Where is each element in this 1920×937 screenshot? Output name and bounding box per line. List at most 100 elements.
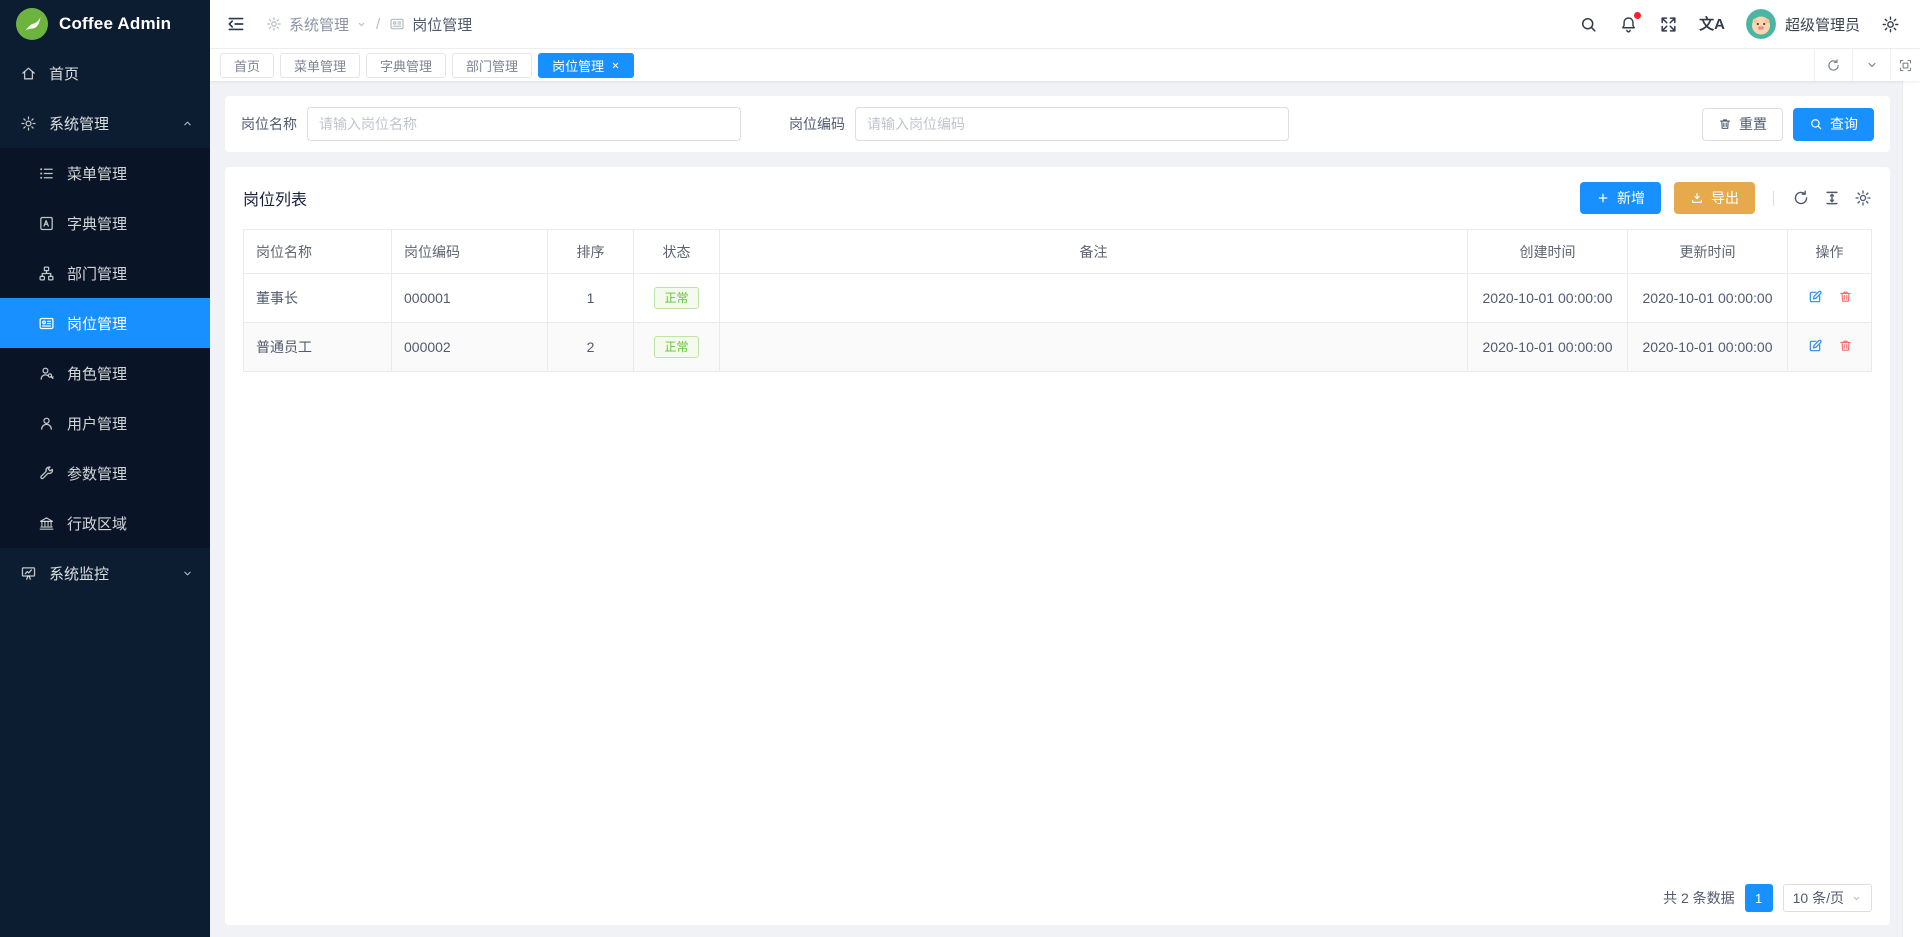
column-settings-gear-icon[interactable] — [1854, 189, 1872, 207]
tab-dept-mgmt[interactable]: 部门管理 — [452, 53, 532, 78]
filter-code-group: 岗位编码 — [789, 107, 1289, 141]
monitor-chart-icon — [20, 565, 37, 582]
delete-trash-icon[interactable] — [1838, 289, 1853, 304]
page-size-select[interactable]: 10 条/页 — [1783, 884, 1872, 912]
tab-label: 字典管理 — [380, 56, 432, 75]
status-badge: 正常 — [654, 287, 698, 309]
tab-dict-mgmt[interactable]: 字典管理 — [366, 53, 446, 78]
username: 超级管理员 — [1785, 14, 1860, 35]
sidebar-item-label: 系统监控 — [49, 563, 109, 584]
filter-actions: 重置 查询 — [1702, 108, 1874, 141]
table-empty-space — [243, 372, 1872, 871]
sidebar-group-system[interactable]: 系统管理 — [0, 98, 210, 148]
col-post-name: 岗位名称 — [244, 230, 392, 274]
post-code-input[interactable] — [855, 107, 1289, 141]
bank-icon — [38, 515, 55, 532]
breadcrumb-separator: / — [376, 16, 380, 33]
download-icon — [1690, 191, 1704, 205]
menu-fold-icon[interactable] — [226, 14, 246, 34]
search-icon[interactable] — [1579, 15, 1598, 34]
sidebar-item-label: 部门管理 — [67, 263, 127, 284]
export-label: 导出 — [1711, 188, 1739, 208]
sidebar-item-role-mgmt[interactable]: 角色管理 — [0, 348, 210, 398]
export-button[interactable]: 导出 — [1674, 182, 1755, 214]
page-number-button[interactable]: 1 — [1745, 884, 1773, 912]
translate-icon[interactable]: 文A — [1699, 17, 1725, 32]
tab-controls — [1814, 49, 1920, 81]
breadcrumb: 系统管理 / 岗位管理 — [266, 14, 472, 35]
wrench-icon — [38, 465, 55, 482]
cell-post-code: 000002 — [392, 323, 548, 372]
cell-status: 正常 — [634, 323, 720, 372]
sidebar-item-label: 用户管理 — [67, 413, 127, 434]
tab-label: 部门管理 — [466, 56, 518, 75]
col-remark: 备注 — [720, 230, 1468, 274]
cell-remark — [720, 274, 1468, 323]
sidebar-group-monitor[interactable]: 系统监控 — [0, 548, 210, 598]
sidebar-item-post-mgmt[interactable]: 岗位管理 — [0, 298, 210, 348]
add-button[interactable]: 新增 — [1580, 182, 1661, 214]
delete-trash-icon[interactable] — [1838, 338, 1853, 353]
table-row: 董事长 000001 1 正常 2020-10-01 00:00:00 2020… — [244, 274, 1872, 323]
id-badge-icon — [389, 16, 405, 32]
search-button[interactable]: 查询 — [1793, 108, 1874, 141]
sidebar-submenu-system: 菜单管理 字典管理 部门管理 — [0, 148, 210, 548]
scrollbar-gutter[interactable] — [1902, 81, 1920, 937]
content-maximize-icon[interactable] — [1890, 49, 1920, 81]
tabs-refresh-icon[interactable] — [1814, 49, 1852, 81]
tab-label: 菜单管理 — [294, 56, 346, 75]
cell-status: 正常 — [634, 274, 720, 323]
pagination: 共 2 条数据 1 10 条/页 — [243, 871, 1872, 925]
trash-icon — [1718, 117, 1732, 131]
card-header: 岗位列表 新增 — [243, 167, 1872, 229]
user-menu[interactable]: 超级管理员 — [1746, 9, 1860, 39]
sidebar-item-label: 角色管理 — [67, 363, 127, 384]
sidebar-item-param-mgmt[interactable]: 参数管理 — [0, 448, 210, 498]
card-title: 岗位列表 — [243, 186, 307, 210]
post-code-label: 岗位编码 — [789, 114, 845, 134]
org-tree-icon — [38, 265, 55, 282]
breadcrumb-group[interactable]: 系统管理 — [289, 14, 349, 35]
cell-actions — [1788, 323, 1872, 372]
cell-sort: 2 — [548, 323, 634, 372]
table-row: 普通员工 000002 2 正常 2020-10-01 00:00:00 202… — [244, 323, 1872, 372]
sidebar-item-user-mgmt[interactable]: 用户管理 — [0, 398, 210, 448]
tab-close-icon[interactable] — [611, 61, 620, 70]
sidebar-item-label: 首页 — [49, 63, 79, 84]
cell-sort: 1 — [548, 274, 634, 323]
tab-home[interactable]: 首页 — [220, 53, 274, 78]
table-header-row: 岗位名称 岗位编码 排序 状态 备注 创建时间 更新时间 操作 — [244, 230, 1872, 274]
sidebar-item-region[interactable]: 行政区域 — [0, 498, 210, 548]
refresh-icon[interactable] — [1792, 189, 1810, 207]
sidebar-item-menu-mgmt[interactable]: 菜单管理 — [0, 148, 210, 198]
row-height-icon[interactable] — [1823, 189, 1841, 207]
topbar: 系统管理 / 岗位管理 — [210, 0, 1920, 49]
reset-button[interactable]: 重置 — [1702, 108, 1783, 141]
sidebar-item-home[interactable]: 首页 — [0, 48, 210, 98]
col-create-time: 创建时间 — [1468, 230, 1628, 274]
search-label: 查询 — [1830, 114, 1858, 134]
tab-label: 首页 — [234, 56, 260, 75]
tabs-dropdown-icon[interactable] — [1852, 49, 1890, 81]
reset-label: 重置 — [1739, 114, 1767, 134]
gear-icon — [20, 115, 37, 132]
bell-icon[interactable] — [1619, 15, 1638, 34]
plus-icon — [1596, 191, 1610, 205]
post-name-input[interactable] — [307, 107, 741, 141]
sidebar-item-dict-mgmt[interactable]: 字典管理 — [0, 198, 210, 248]
sidebar-item-label: 岗位管理 — [67, 313, 127, 334]
col-post-code: 岗位编码 — [392, 230, 548, 274]
chevron-down-icon — [181, 567, 194, 580]
filter-name-group: 岗位名称 — [241, 107, 741, 141]
sidebar-item-dept-mgmt[interactable]: 部门管理 — [0, 248, 210, 298]
edit-icon[interactable] — [1807, 289, 1823, 305]
app-title: Coffee Admin — [59, 14, 171, 34]
search-icon — [1809, 117, 1823, 131]
filter-card: 岗位名称 岗位编码 重置 — [225, 96, 1890, 152]
fullscreen-icon[interactable] — [1659, 15, 1678, 34]
edit-icon[interactable] — [1807, 338, 1823, 354]
settings-gear-icon[interactable] — [1881, 15, 1900, 34]
tab-menu-mgmt[interactable]: 菜单管理 — [280, 53, 360, 78]
tab-post-mgmt[interactable]: 岗位管理 — [538, 53, 634, 78]
avatar — [1746, 9, 1776, 39]
